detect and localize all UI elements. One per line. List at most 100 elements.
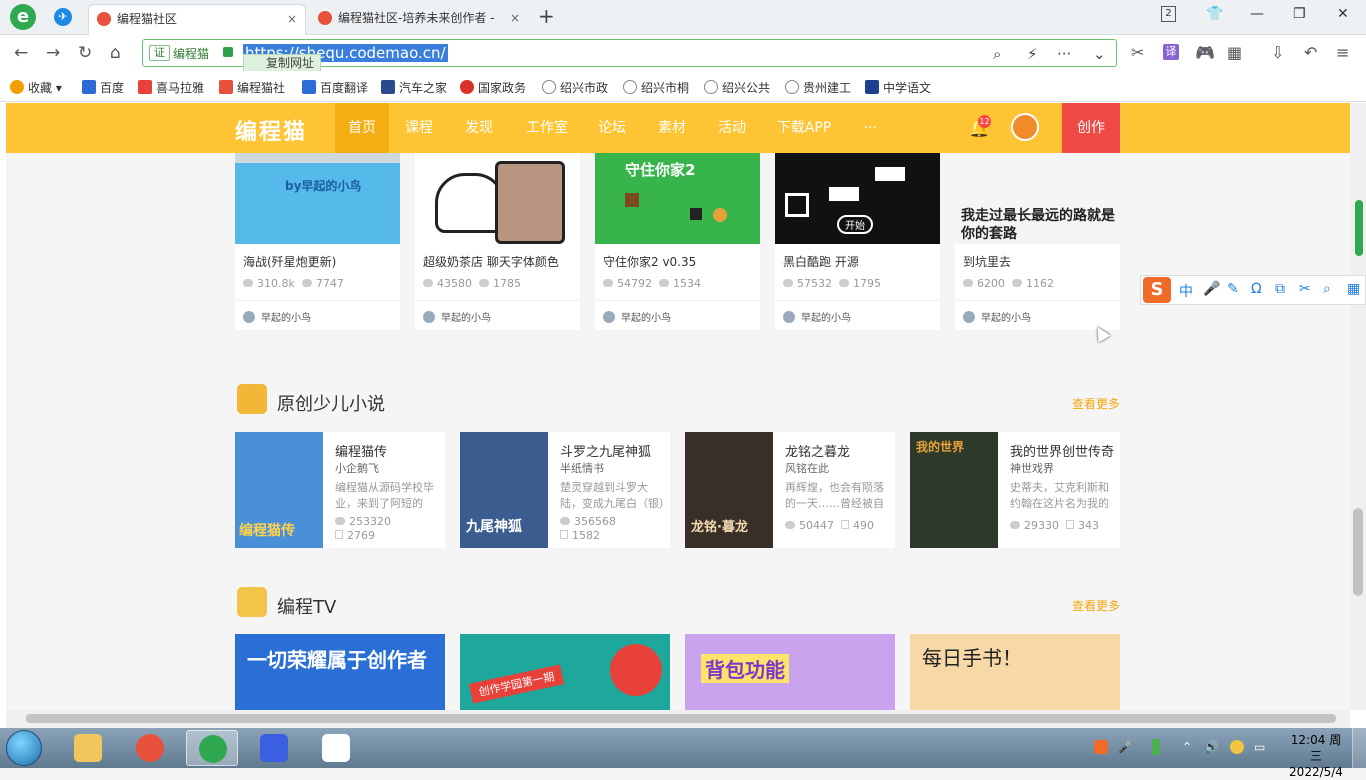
battery-icon[interactable] <box>1152 739 1160 755</box>
bookmark-ximalaya[interactable]: 喜马拉雅 <box>138 79 204 96</box>
tab-close-icon[interactable]: × <box>510 4 520 32</box>
work-card[interactable]: 超级奶茶店 聊天字体颜色 43580 1785 早起的小鸟 <box>415 153 580 330</box>
sogou-tray-icon[interactable] <box>1094 740 1108 754</box>
work-author[interactable]: 早起的小鸟 <box>243 309 311 324</box>
copy-icon[interactable]: ⧉ <box>1275 281 1285 297</box>
shield-icon[interactable] <box>1230 740 1244 754</box>
nav-home[interactable]: 首页 <box>335 103 389 153</box>
nav-more[interactable]: ··· <box>854 103 886 153</box>
bookmark-shaoxing-1[interactable]: 绍兴市政 <box>542 79 608 96</box>
network-icon[interactable]: ▭ <box>1254 740 1265 754</box>
create-button[interactable]: 创作 <box>1062 103 1120 153</box>
novel-card[interactable]: 九尾神狐 斗罗之九尾神狐 半纸情书 楚灵穿越到斗罗大陆，变成九尾白（银）狐… 3… <box>460 432 670 548</box>
tab-count-icon[interactable]: 2 <box>1161 6 1176 22</box>
avatar[interactable] <box>1011 113 1039 141</box>
bookmark-guizhou[interactable]: 贵州建工 <box>785 79 851 96</box>
bookmark-codemao[interactable]: 编程猫社 <box>219 79 285 96</box>
apps-grid-icon[interactable]: ▦ <box>1227 43 1242 62</box>
translate-icon[interactable]: 译 <box>1163 44 1179 60</box>
home-button[interactable]: ⌂ <box>110 43 121 63</box>
work-card[interactable]: 我走过最长最远的路就是你的套路 到坑里去 6200 1162 早起的小鸟 <box>955 153 1120 330</box>
work-author[interactable]: 早起的小鸟 <box>783 309 851 324</box>
taskbar-browser[interactable] <box>186 730 238 766</box>
clock[interactable]: 12:04 周三 2022/5/4 <box>1286 732 1346 780</box>
close-window-button[interactable]: ✕ <box>1337 6 1349 22</box>
scissors-icon[interactable]: ✂ <box>1131 43 1144 62</box>
novel-card[interactable]: 我的世界 我的世界创世传奇 神世戏界 史蒂夫，艾克利斯和约翰在这片名为我的世… … <box>910 432 1120 548</box>
more-icon[interactable]: ··· <box>1057 45 1071 63</box>
taskbar-app[interactable] <box>310 730 362 766</box>
site-logo[interactable]: 编程猫 <box>235 114 307 146</box>
tab-codemao-creators[interactable]: 编程猫社区-培养未来创作者 - × <box>310 4 528 35</box>
work-author[interactable]: 早起的小鸟 <box>963 309 1031 324</box>
nav-forum[interactable]: 论坛 <box>588 103 636 153</box>
copy-url-tooltip[interactable]: 复制网址 <box>243 54 322 72</box>
work-card[interactable]: 开始 黑白酷跑 开源 57532 1795 早起的小鸟 <box>775 153 940 330</box>
flash-icon[interactable]: ⚡ <box>1027 45 1038 63</box>
chinese-mode-icon[interactable]: 中 <box>1179 281 1193 301</box>
work-card[interactable]: 守住你家2 守住你家2 v0.35 54792 1534 早起的小鸟 <box>595 153 760 330</box>
bookmark-shaoxing-3[interactable]: 绍兴公共 <box>704 79 770 96</box>
microphone-tray-icon[interactable]: 🎤 <box>1118 740 1133 754</box>
novels-more-link[interactable]: 查看更多 <box>1072 395 1120 412</box>
pen-icon[interactable]: ✎ <box>1227 281 1239 297</box>
back-button[interactable]: ← <box>14 43 28 63</box>
tv-video-card[interactable]: 一切荣耀属于创作者 <box>235 634 445 710</box>
scissors-icon[interactable]: ✂ <box>1299 281 1311 297</box>
volume-icon[interactable]: 🔊 <box>1204 740 1219 754</box>
nav-download-app[interactable]: 下载APP <box>769 103 839 153</box>
nav-materials[interactable]: 素材 <box>648 103 696 153</box>
tv-video-card[interactable]: 每日手书！ <box>910 634 1120 710</box>
taskbar-wps[interactable] <box>248 730 300 766</box>
tv-more-link[interactable]: 查看更多 <box>1072 597 1120 614</box>
novel-card[interactable]: 编程猫传 编程猫传 小企鹅飞 编程猫从源码学校毕业，来到了阿短的家… 25332… <box>235 432 445 548</box>
undo-icon[interactable]: ↶ <box>1304 43 1317 62</box>
refresh-button[interactable]: ↻ <box>78 43 92 63</box>
tv-video-card[interactable]: 背包功能 <box>685 634 895 710</box>
tray-expand-icon[interactable]: ⌃ <box>1182 740 1192 754</box>
omega-icon[interactable]: Ω <box>1251 281 1262 297</box>
tv-video-card[interactable]: 创作学园第一期 <box>460 634 670 710</box>
tab-close-icon[interactable]: × <box>287 5 297 33</box>
bookmark-chinese[interactable]: 中学语文 <box>865 79 931 96</box>
scrollbar-thumb[interactable] <box>26 714 1336 723</box>
download-icon[interactable]: ⇩ <box>1271 43 1284 62</box>
bookmark-shaoxing-2[interactable]: 绍兴市桐 <box>623 79 689 96</box>
bookmark-favorites[interactable]: 收藏 ▾ <box>10 79 62 96</box>
work-card[interactable]: by早起的小鸟 海战(歼星炮更新) 310.8k 7747 早起的小鸟 <box>235 153 400 330</box>
bookmark-gov[interactable]: 国家政务 <box>460 79 526 96</box>
horizontal-scrollbar[interactable] <box>6 710 1350 728</box>
work-author[interactable]: 早起的小鸟 <box>603 309 671 324</box>
maximize-button[interactable]: ❐ <box>1293 6 1306 22</box>
game-icon[interactable]: 🎮 <box>1195 43 1215 62</box>
nav-discover[interactable]: 发现 <box>455 103 503 153</box>
novel-card[interactable]: 龙铭·暮龙 龙铭之暮龙 风铭在此 再辉煌，也会有陨落的一天……曾经被自己… 50… <box>685 432 895 548</box>
browser-logo-icon[interactable]: e <box>10 4 36 30</box>
taskbar-codemao[interactable] <box>124 730 176 766</box>
nav-events[interactable]: 活动 <box>708 103 756 153</box>
side-widget-handle[interactable] <box>1355 200 1363 256</box>
menu-icon[interactable]: ≡ <box>1336 43 1349 62</box>
new-tab-button[interactable]: + <box>538 4 555 28</box>
tab-codemao-community[interactable]: 编程猫社区 × <box>88 4 306 35</box>
taskbar-file-explorer[interactable] <box>62 730 114 766</box>
certificate-badge[interactable]: 证 <box>149 45 170 61</box>
scrollbar-thumb[interactable] <box>1353 508 1363 596</box>
vertical-scrollbar[interactable] <box>1350 103 1366 710</box>
bookmark-baidu[interactable]: 百度 <box>82 79 124 96</box>
nav-studio[interactable]: 工作室 <box>520 103 574 153</box>
show-desktop-button[interactable] <box>1352 728 1366 768</box>
forward-button[interactable]: → <box>46 43 60 63</box>
pinned-tab-icon[interactable]: ✈ <box>54 8 72 26</box>
search-icon[interactable]: ⌕ <box>993 45 1001 63</box>
chevron-down-icon[interactable]: ⌄ <box>1093 45 1106 63</box>
sogou-logo-icon[interactable]: S <box>1143 277 1171 303</box>
bookmark-autohome[interactable]: 汽车之家 <box>381 79 447 96</box>
nav-courses[interactable]: 课程 <box>395 103 443 153</box>
work-author[interactable]: 早起的小鸟 <box>423 309 491 324</box>
bookmark-baidu-translate[interactable]: 百度翻译 <box>302 79 368 96</box>
microphone-icon[interactable]: 🎤 <box>1203 281 1220 297</box>
shirt-icon[interactable]: 👕 <box>1206 6 1223 22</box>
start-button[interactable] <box>6 730 42 766</box>
search-icon[interactable]: ⌕ <box>1323 281 1331 297</box>
